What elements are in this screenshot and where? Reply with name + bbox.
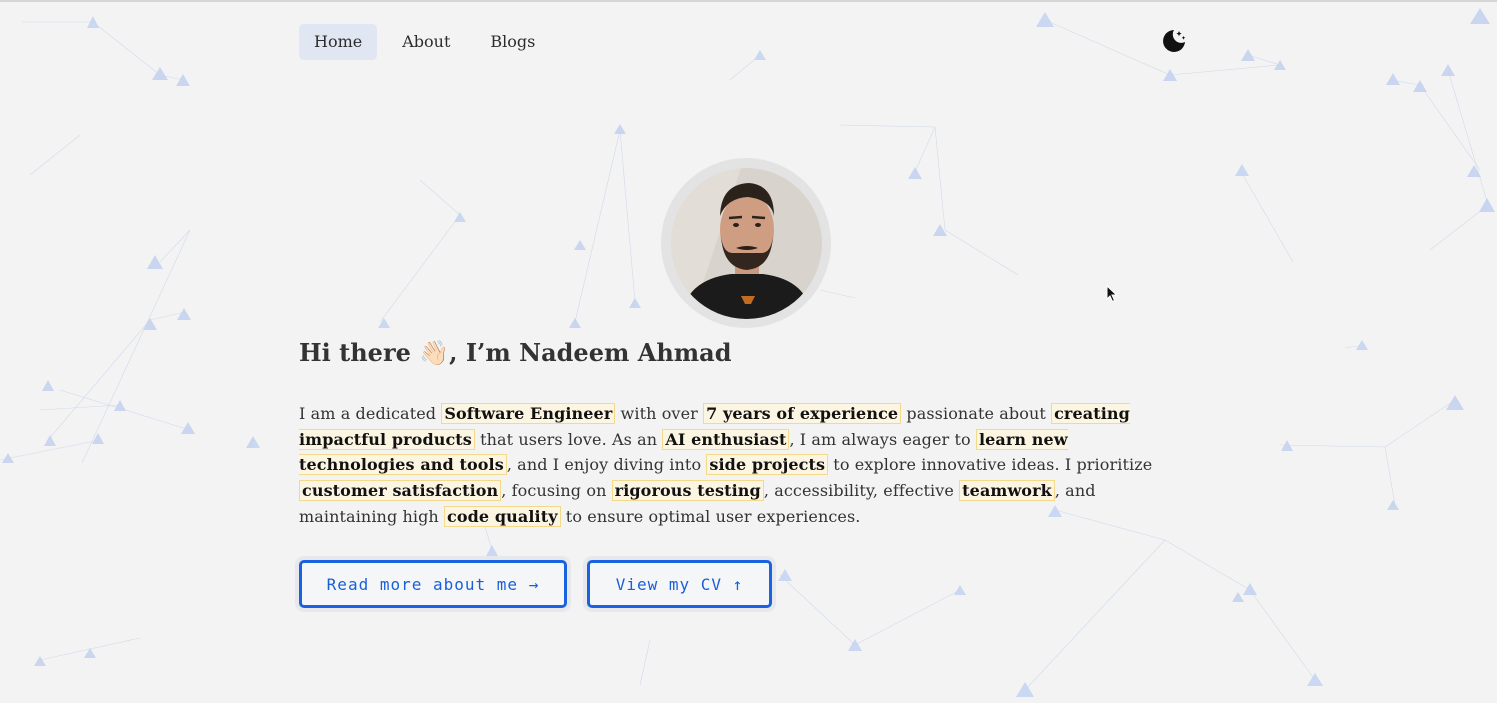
nav-blogs[interactable]: Blogs — [475, 24, 550, 60]
bio-text: , focusing on — [501, 481, 612, 501]
nav-about[interactable]: About — [387, 24, 465, 60]
bio-text: , and I enjoy diving into — [506, 455, 707, 475]
main-nav: Home About Blogs — [299, 24, 550, 60]
highlight-keyword: rigorous testing — [611, 480, 764, 502]
highlight-keyword: customer satisfaction — [299, 480, 502, 502]
read-more-button[interactable]: Read more about me → — [299, 560, 567, 608]
moon-stars-icon[interactable] — [1160, 27, 1188, 55]
view-cv-button[interactable]: View my CV ↑ — [587, 560, 772, 608]
highlight-keyword: code quality — [444, 505, 561, 527]
bio-text: to explore innovative ideas. I prioritiz… — [828, 455, 1153, 475]
bio-text: , I am always eager to — [789, 429, 976, 449]
bio-text: that users love. As an — [474, 429, 663, 449]
highlight-keyword: AI enthusiast — [662, 428, 790, 450]
bio-paragraph: I am a dedicated Software Engineer with … — [299, 401, 1184, 530]
nav-home[interactable]: Home — [299, 24, 378, 60]
highlight-keyword: 7 years of experience — [703, 403, 902, 424]
bio-text: passionate about — [901, 404, 1052, 423]
avatar-frame — [661, 158, 831, 328]
highlight-keyword: side projects — [706, 454, 829, 476]
bio-text: I am a dedicated — [299, 404, 442, 423]
greeting-heading: Hi there 👋🏻, I’m Nadeem Ahmad — [299, 338, 732, 367]
bio-text: to ensure optimal user experiences. — [560, 506, 861, 526]
highlight-keyword: Software Engineer — [441, 403, 616, 424]
bio-text: , accessibility, effective — [763, 481, 960, 501]
profile-avatar — [670, 167, 822, 319]
bio-text: with over — [615, 404, 704, 423]
highlight-keyword: teamwork — [959, 480, 1055, 502]
mouse-cursor-icon — [1106, 285, 1118, 303]
